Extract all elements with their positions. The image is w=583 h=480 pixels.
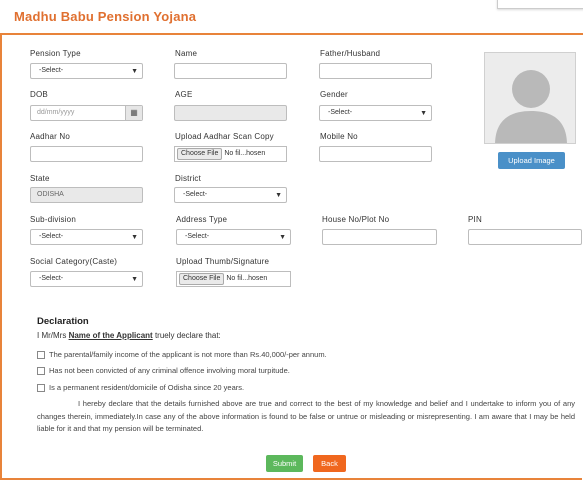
declaration-item-residency[interactable]: Is a permanent resident/domicile of Odis… — [37, 383, 245, 393]
father-husband-input[interactable] — [319, 63, 432, 79]
address-type-value: -Select- — [185, 233, 210, 240]
state-label: State — [30, 174, 50, 183]
aadhar-no-label: Aadhar No — [30, 132, 71, 141]
pin-label: PIN — [468, 215, 482, 224]
upload-image-button[interactable]: Upload Image — [498, 152, 565, 169]
address-type-select[interactable]: -Select- ▼ — [176, 229, 291, 245]
thumb-signature-file-input[interactable]: Choose File No fil...hosen — [176, 271, 291, 287]
name-input[interactable] — [174, 63, 287, 79]
father-husband-label: Father/Husband — [320, 49, 381, 58]
dob-input[interactable]: dd/mm/yyyy ▦ — [30, 105, 143, 121]
pin-input[interactable] — [468, 229, 582, 245]
file-status: No fil...hosen — [224, 150, 266, 157]
mobile-no-input[interactable] — [319, 146, 432, 162]
dob-label: DOB — [30, 90, 48, 99]
page-title: Madhu Babu Pension Yojana — [14, 9, 197, 24]
age-label: AGE — [175, 90, 193, 99]
social-category-value: -Select- — [39, 275, 64, 282]
declaration-title: Declaration — [37, 316, 89, 327]
social-category-select[interactable]: -Select- ▼ — [30, 271, 143, 287]
back-button[interactable]: Back — [313, 455, 346, 472]
house-no-label: House No/Plot No — [322, 215, 390, 224]
name-label: Name — [175, 49, 198, 58]
district-value: -Select- — [183, 191, 208, 198]
chevron-down-icon: ▼ — [420, 110, 427, 117]
choose-file-button[interactable]: Choose File — [179, 273, 225, 285]
declaration-intro: I Mr/Mrs Name of the Applicant truely de… — [37, 331, 221, 340]
chevron-down-icon: ▼ — [279, 234, 286, 241]
social-category-label: Social Category(Caste) — [30, 257, 118, 266]
district-select[interactable]: -Select- ▼ — [174, 187, 287, 203]
sub-division-value: -Select- — [39, 233, 64, 240]
state-input: ODISHA — [30, 187, 143, 203]
declaration-item-conviction[interactable]: Has not been convicted of any criminal o… — [37, 366, 290, 376]
chevron-down-icon: ▼ — [131, 276, 138, 283]
declaration-item-text: The parental/family income of the applic… — [49, 350, 327, 359]
declaration-item-text: Is a permanent resident/domicile of Odis… — [49, 383, 245, 392]
calendar-icon[interactable]: ▦ — [125, 106, 142, 120]
house-no-input[interactable] — [322, 229, 437, 245]
declaration-statement: I hereby declare that the details furnis… — [37, 399, 575, 433]
aadhar-scan-file-input[interactable]: Choose File No fil...hosen — [174, 146, 287, 162]
aadhar-scan-label: Upload Aadhar Scan Copy — [175, 132, 274, 141]
user-avatar-icon — [484, 52, 576, 144]
applicant-name-placeholder: Name of the Applicant — [68, 331, 153, 340]
gender-value: -Select- — [328, 109, 353, 116]
pension-type-select[interactable]: -Select- ▼ — [30, 63, 143, 79]
declaration-item-income[interactable]: The parental/family income of the applic… — [37, 350, 327, 360]
gender-label: Gender — [320, 90, 348, 99]
thumb-signature-label: Upload Thumb/Signature — [176, 257, 270, 266]
page-header: Madhu Babu Pension Yojana — [0, 0, 583, 35]
dob-placeholder: dd/mm/yyyy — [37, 109, 75, 116]
aadhar-no-input[interactable] — [30, 146, 143, 162]
sub-division-label: Sub-division — [30, 215, 76, 224]
pension-type-label: Pension Type — [30, 49, 81, 58]
gender-select[interactable]: -Select- ▼ — [319, 105, 432, 121]
district-label: District — [175, 174, 202, 183]
top-dropdown-panel — [497, 0, 583, 9]
mobile-no-label: Mobile No — [320, 132, 358, 141]
chevron-down-icon: ▼ — [131, 234, 138, 241]
sub-division-select[interactable]: -Select- ▼ — [30, 229, 143, 245]
intro-suffix: truely declare that: — [154, 331, 221, 340]
chevron-down-icon: ▼ — [275, 192, 282, 199]
checkbox[interactable] — [37, 384, 45, 393]
chevron-down-icon: ▼ — [131, 68, 138, 75]
choose-file-button[interactable]: Choose File — [177, 148, 223, 160]
checkbox[interactable] — [37, 351, 45, 360]
intro-prefix: I Mr/Mrs — [37, 331, 67, 340]
address-type-label: Address Type — [176, 215, 228, 224]
checkbox[interactable] — [37, 367, 45, 376]
pension-type-value: -Select- — [39, 67, 64, 74]
declaration-item-text: Has not been convicted of any criminal o… — [49, 366, 290, 375]
age-input — [174, 105, 287, 121]
submit-button[interactable]: Submit — [266, 455, 303, 472]
file-status: No fil...hosen — [226, 275, 268, 282]
